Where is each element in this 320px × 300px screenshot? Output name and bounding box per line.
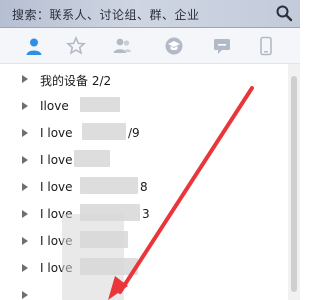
search-bar[interactable]: 搜索：联系人、讨论组、群、企业 xyxy=(0,0,300,28)
expand-arrow-icon[interactable] xyxy=(22,237,28,245)
tab-education[interactable] xyxy=(162,34,186,58)
list-item[interactable]: I love xyxy=(0,255,288,282)
expand-arrow-icon[interactable] xyxy=(22,210,28,218)
expand-arrow-icon[interactable] xyxy=(22,129,28,137)
expand-arrow-icon[interactable] xyxy=(22,291,28,299)
list-item[interactable]: Ilove xyxy=(0,93,288,120)
list-item-label: I love xyxy=(40,153,73,167)
chat-bubble-icon xyxy=(214,39,230,54)
redacted-region xyxy=(62,214,124,300)
phone-icon xyxy=(260,36,272,56)
list-item[interactable]: 我的设备 2/2 xyxy=(0,66,288,93)
list-item-count: 8 xyxy=(140,180,148,194)
list-item[interactable]: I love xyxy=(0,228,288,255)
search-input[interactable]: 搜索：联系人、讨论组、群、企业 xyxy=(12,6,200,23)
expand-arrow-icon[interactable] xyxy=(22,264,28,272)
list-item-label: Ilove xyxy=(40,99,69,113)
list-item-count: 3 xyxy=(142,207,150,221)
redacted-text xyxy=(80,177,138,194)
list-item[interactable]: I love 3 xyxy=(0,201,288,228)
tab-favorites[interactable] xyxy=(64,34,88,58)
list-item-label: 我的设备 2/2 xyxy=(40,74,112,88)
redacted-text xyxy=(74,150,110,167)
scrollbar-thumb[interactable] xyxy=(291,76,297,292)
tab-groups[interactable] xyxy=(110,34,134,58)
contact-list: 我的设备 2/2 Ilove I love /9 I love I love 8… xyxy=(0,64,288,300)
list-item[interactable]: I love /9 xyxy=(0,120,288,147)
tab-contacts[interactable] xyxy=(22,34,46,58)
search-icon[interactable] xyxy=(275,4,293,22)
list-item-count: /9 xyxy=(128,126,140,140)
expand-arrow-icon[interactable] xyxy=(22,75,28,83)
tab-phone[interactable] xyxy=(254,34,278,58)
contact-person-icon xyxy=(26,38,42,55)
redacted-text xyxy=(80,97,120,112)
expand-arrow-icon[interactable] xyxy=(22,102,28,110)
expand-arrow-icon[interactable] xyxy=(22,156,28,164)
redacted-text xyxy=(82,123,126,140)
list-item[interactable] xyxy=(0,282,288,300)
list-item-label: I love xyxy=(40,180,73,194)
tab-messages[interactable] xyxy=(210,34,234,58)
star-icon xyxy=(66,36,86,55)
group-users-icon xyxy=(113,38,131,53)
scrollbar[interactable] xyxy=(288,64,300,300)
expand-arrow-icon[interactable] xyxy=(22,183,28,191)
list-item[interactable]: I love xyxy=(0,147,288,174)
tab-bar xyxy=(0,28,300,64)
graduation-cap-icon xyxy=(165,37,183,55)
list-item-label: I love xyxy=(40,126,73,140)
list-item[interactable]: I love 8 xyxy=(0,174,288,201)
